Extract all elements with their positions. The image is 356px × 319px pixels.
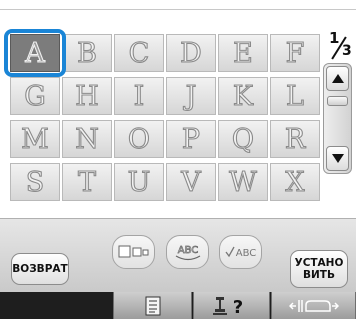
bottom-panel: ВОЗВРАТ ABC ABC УСТАНО ВИТЬ — [0, 218, 356, 293]
char-key-label: G — [24, 80, 47, 112]
page-total: 3 — [342, 43, 352, 59]
text-check-button[interactable]: ABC — [219, 235, 262, 269]
char-key-f[interactable]: F — [270, 34, 320, 72]
char-key-label: R — [284, 123, 306, 155]
char-key-label: F — [285, 37, 305, 69]
char-key-label: T — [77, 166, 96, 198]
char-key-r[interactable]: R — [270, 120, 320, 158]
machine-help-button[interactable]: ? — [193, 292, 270, 319]
char-key-x[interactable]: X — [270, 163, 320, 201]
character-spacing-button[interactable] — [112, 235, 155, 269]
char-key-k[interactable]: K — [218, 77, 268, 115]
char-key-o[interactable]: O — [114, 120, 164, 158]
scrollbar[interactable] — [323, 63, 352, 174]
char-key-h[interactable]: H — [62, 77, 112, 115]
char-key-label: B — [77, 37, 98, 69]
presser-foot-button[interactable] — [271, 292, 356, 319]
char-key-label: A — [25, 37, 46, 69]
char-key-d[interactable]: D — [166, 34, 216, 72]
char-key-t[interactable]: T — [62, 163, 112, 201]
char-key-label: M — [21, 123, 50, 155]
char-key-v[interactable]: V — [166, 163, 216, 201]
presser-foot-icon — [288, 299, 339, 312]
char-key-b[interactable]: B — [62, 34, 112, 72]
char-key-label: V — [181, 166, 202, 198]
list-button[interactable] — [113, 292, 192, 319]
set-label-line1: УСТАНО — [294, 257, 344, 269]
char-key-label: D — [180, 37, 203, 69]
text-check-text: ABC — [235, 248, 256, 259]
array-arc-icon: ABC — [175, 245, 200, 261]
char-key-w[interactable]: W — [218, 163, 268, 201]
help-question-text: ? — [232, 297, 242, 318]
char-key-label: K — [232, 80, 254, 112]
char-key-e[interactable]: E — [218, 34, 268, 72]
set-button[interactable]: УСТАНО ВИТЬ — [290, 250, 348, 288]
array-arc-button[interactable]: ABC — [166, 235, 209, 269]
char-key-label: W — [229, 166, 258, 198]
char-key-u[interactable]: U — [114, 163, 164, 201]
char-key-j[interactable]: J — [166, 77, 216, 115]
arrow-down-icon — [331, 154, 344, 163]
scroll-up-button[interactable] — [326, 66, 349, 91]
char-key-l[interactable]: L — [270, 77, 320, 115]
character-spacing-icon — [118, 245, 148, 258]
char-key-label: E — [233, 37, 254, 69]
char-key-label: S — [25, 166, 45, 198]
char-key-label: J — [185, 80, 197, 112]
char-key-label: X — [285, 166, 305, 198]
bottom-toolbar: ? — [0, 292, 356, 319]
char-key-label: P — [181, 123, 201, 155]
char-key-label: N — [75, 123, 100, 155]
char-key-n[interactable]: N — [62, 120, 112, 158]
char-key-label: C — [128, 37, 150, 69]
char-key-m[interactable]: M — [10, 120, 60, 158]
char-key-label: H — [75, 80, 100, 112]
char-key-label: I — [133, 80, 145, 112]
char-key-g[interactable]: G — [10, 77, 60, 115]
back-button-label: ВОЗВРАТ — [12, 263, 68, 275]
list-icon — [145, 296, 160, 315]
text-check-icon: ABC — [224, 246, 256, 259]
char-key-q[interactable]: Q — [218, 120, 268, 158]
page-indicator: 1 3 — [327, 31, 353, 63]
top-divider — [0, 9, 356, 10]
scroll-down-button[interactable] — [326, 146, 349, 171]
scroll-thumb[interactable] — [327, 96, 348, 106]
char-key-label: L — [285, 80, 304, 112]
char-key-label: U — [127, 166, 151, 198]
array-arc-text: ABC — [177, 245, 198, 256]
char-key-label: O — [127, 123, 151, 155]
char-key-c[interactable]: C — [114, 34, 164, 72]
char-key-p[interactable]: P — [166, 120, 216, 158]
char-key-i[interactable]: I — [114, 77, 164, 115]
page-current: 1 — [329, 29, 340, 47]
back-button[interactable]: ВОЗВРАТ — [11, 253, 69, 285]
char-key-a[interactable]: A — [10, 34, 60, 72]
char-key-s[interactable]: S — [10, 163, 60, 201]
set-label-line2: ВИТЬ — [303, 269, 335, 281]
set-button-label: УСТАНО ВИТЬ — [295, 257, 344, 281]
char-key-label: Q — [231, 123, 255, 155]
sewing-machine-help-icon: ? — [212, 296, 243, 318]
arrow-up-icon — [331, 74, 344, 83]
